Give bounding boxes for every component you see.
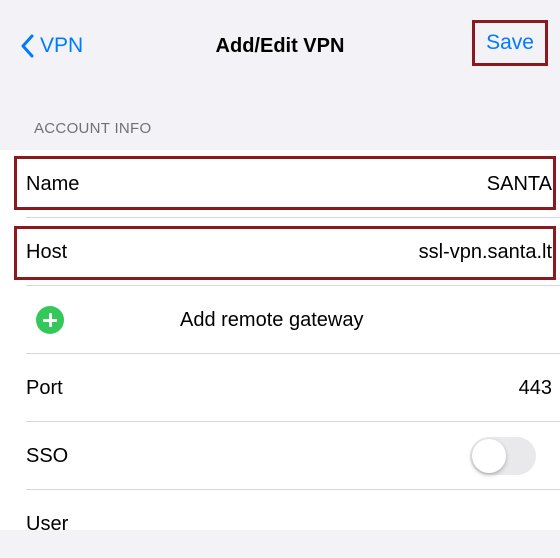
add-remote-gateway-label[interactable]: Add remote gateway xyxy=(180,309,363,332)
sso-row: SSO xyxy=(0,422,560,490)
port-row[interactable]: Port 443 xyxy=(0,354,560,422)
navigation-bar: VPN Add/Edit VPN Save xyxy=(0,0,560,96)
sso-label: SSO xyxy=(26,444,69,467)
sso-toggle[interactable] xyxy=(470,437,536,475)
port-label: Port xyxy=(26,376,63,399)
plus-circle-icon[interactable] xyxy=(36,306,64,334)
user-label: User xyxy=(26,512,69,535)
add-remote-gateway-row[interactable]: Add remote gateway xyxy=(0,286,560,354)
name-row-highlight xyxy=(14,156,556,210)
host-row-highlight xyxy=(14,226,556,280)
save-button[interactable]: Save xyxy=(472,20,548,66)
section-header-account-info: ACCOUNT INFO xyxy=(34,120,152,137)
toggle-knob xyxy=(472,439,506,473)
save-label: Save xyxy=(486,31,534,54)
port-field[interactable]: 443 xyxy=(519,377,552,400)
account-info-group: Name SANTA Host ssl-vpn.santa.lt Add rem… xyxy=(0,150,560,535)
user-row[interactable]: User xyxy=(0,490,560,558)
